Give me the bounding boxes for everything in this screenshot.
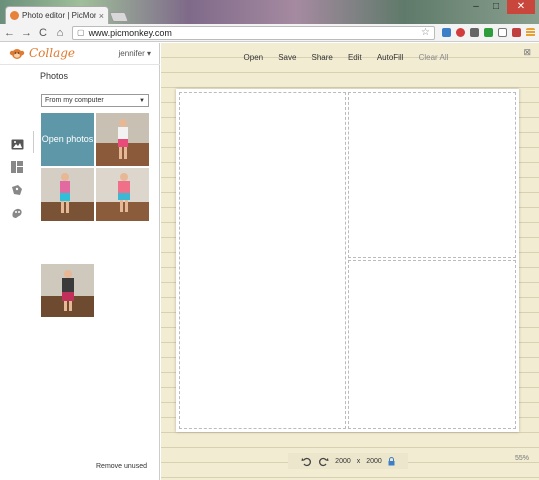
editor-menu: Open Save Share Edit AutoFill Clear All — [236, 49, 456, 65]
undo-icon[interactable] — [301, 456, 312, 467]
edit-button[interactable]: Edit — [348, 53, 362, 62]
reload-icon[interactable]: C — [38, 27, 48, 39]
redo-icon[interactable] — [318, 456, 329, 467]
browser-tab[interactable]: Photo editor | PicMonkey × — [5, 6, 109, 24]
tab-close-icon[interactable]: × — [99, 11, 104, 21]
share-button[interactable]: Share — [312, 53, 333, 62]
extension-icons — [442, 28, 535, 37]
autofill-button[interactable]: AutoFill — [377, 53, 404, 62]
photo-thumbnail[interactable] — [41, 264, 94, 317]
photo-source-value: From my computer — [45, 97, 104, 104]
address-bar[interactable]: ▢ www.picmonkey.com ☆ — [72, 25, 435, 40]
maximize-button[interactable]: □ — [487, 0, 505, 14]
browser-toolbar: ← → C ⌂ ▢ www.picmonkey.com ☆ — [0, 24, 539, 42]
window-controls: – □ ✕ — [467, 0, 535, 14]
forward-icon[interactable]: → — [21, 27, 32, 39]
cast-icon[interactable] — [498, 28, 507, 37]
image-icon[interactable] — [10, 137, 24, 151]
pdf-ext-icon[interactable] — [512, 28, 521, 37]
monkey-logo-icon — [9, 49, 25, 59]
clear-all-button[interactable]: Clear All — [419, 53, 449, 62]
app-logo-text: Collage — [29, 46, 76, 60]
photos-panel: Collage jennifer ▾ Photos From my comput… — [0, 43, 160, 480]
feedly-icon[interactable] — [484, 28, 493, 37]
new-tab-button[interactable] — [109, 12, 129, 22]
collage-cell-top-right[interactable] — [348, 92, 516, 258]
close-editor-icon[interactable]: ⊠ — [523, 47, 531, 58]
menu-icon[interactable] — [526, 28, 535, 37]
back-icon[interactable]: ← — [4, 27, 15, 39]
collage-cell-left[interactable] — [179, 92, 346, 429]
close-window-button[interactable]: ✕ — [507, 0, 535, 14]
collage-workspace: Open Save Share Edit AutoFill Clear All … — [161, 43, 539, 480]
photo-ext-icon[interactable] — [470, 28, 479, 37]
stickers-icon[interactable] — [10, 183, 24, 197]
home-icon[interactable]: ⌂ — [55, 27, 65, 39]
lock-icon[interactable] — [388, 456, 395, 466]
canvas-height[interactable]: 2000 — [366, 458, 382, 465]
url-text[interactable]: www.picmonkey.com — [89, 28, 417, 38]
collage-cell-bottom-right[interactable] — [348, 260, 516, 429]
chevron-down-icon: ▼ — [139, 97, 145, 104]
brand-bar: Collage jennifer ▾ — [0, 43, 160, 65]
photo-thumbnail[interactable] — [96, 113, 149, 166]
panel-title: Photos — [40, 71, 69, 81]
tab-title: Photo editor | PicMonkey — [22, 11, 96, 20]
bookmark-star-icon[interactable]: ☆ — [421, 27, 430, 38]
layouts-icon[interactable] — [10, 160, 24, 174]
shield-ext-icon[interactable] — [442, 28, 451, 37]
open-button[interactable]: Open — [244, 53, 264, 62]
page-icon: ▢ — [77, 28, 85, 37]
user-menu[interactable]: jennifer ▾ — [119, 49, 151, 58]
zoom-level[interactable]: 55% — [515, 455, 529, 462]
canvas-width[interactable]: 2000 — [335, 458, 351, 465]
photo-thumbnail[interactable] — [96, 168, 149, 221]
pinterest-icon[interactable] — [456, 28, 465, 37]
picmonkey-favicon — [10, 11, 19, 20]
photo-thumbnail[interactable] — [41, 168, 94, 221]
window-titlebar: Photo editor | PicMonkey × – □ ✕ — [0, 0, 539, 24]
collage-canvas — [176, 89, 519, 432]
open-photos-button[interactable]: Open photos — [41, 113, 94, 166]
minimize-button[interactable]: – — [467, 0, 485, 14]
canvas-size-bar: 2000 x 2000 — [288, 453, 408, 469]
remove-unused-button[interactable]: Remove unused — [96, 463, 147, 470]
photo-source-dropdown[interactable]: From my computer ▼ — [41, 94, 149, 107]
backgrounds-icon[interactable] — [10, 206, 24, 220]
dimension-separator: x — [356, 457, 361, 465]
save-button[interactable]: Save — [278, 53, 296, 62]
